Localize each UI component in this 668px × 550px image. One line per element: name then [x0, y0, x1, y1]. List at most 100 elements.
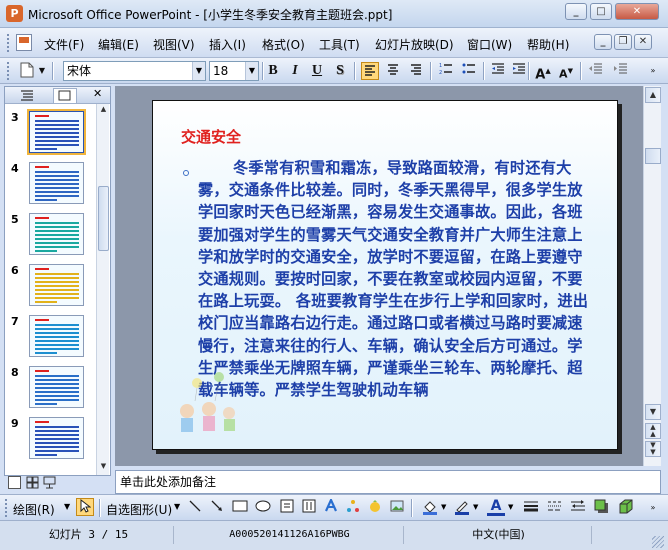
- draw-menu-button[interactable]: 绘图(R): [13, 501, 55, 518]
- toolbar-grip[interactable]: [7, 34, 10, 52]
- diagram-icon[interactable]: [344, 499, 362, 517]
- close-button[interactable]: ✕: [615, 3, 659, 20]
- normal-view-icon[interactable]: [8, 476, 21, 489]
- slide-thumbnail[interactable]: 6: [5, 264, 97, 312]
- shadow-style-icon[interactable]: [593, 499, 611, 517]
- scroll-up-icon[interactable]: ▲: [98, 105, 109, 117]
- slide-thumbnail-image[interactable]: [29, 213, 84, 255]
- slide-thumbnail-image[interactable]: [29, 162, 84, 204]
- minimize-button[interactable]: _: [565, 3, 587, 20]
- menu-slideshow[interactable]: 幻灯片放映(D): [375, 36, 454, 53]
- wordart-icon[interactable]: [322, 497, 340, 517]
- scroll-thumb[interactable]: [645, 148, 661, 164]
- shadow-button[interactable]: S: [331, 62, 349, 80]
- resize-grip-icon[interactable]: [652, 536, 664, 548]
- arrow-style-icon[interactable]: [569, 499, 587, 517]
- scroll-thumb[interactable]: [98, 186, 109, 251]
- slide-sorter-view-icon[interactable]: [26, 476, 39, 489]
- chevron-down-icon[interactable]: ▼: [508, 503, 513, 511]
- notes-field[interactable]: 单击此处添加备注: [115, 470, 661, 494]
- toolbar-options-chevron-icon[interactable]: »: [646, 499, 660, 517]
- slide-scrollbar[interactable]: ▲ ▼ ▲ ▲ ▼ ▼: [643, 86, 661, 466]
- align-right-icon[interactable]: [407, 62, 425, 80]
- indent-increase-icon[interactable]: [510, 62, 528, 80]
- slide-thumbnail[interactable]: 3: [5, 109, 97, 159]
- doc-close-button[interactable]: ✕: [634, 34, 652, 50]
- underline-button[interactable]: U: [308, 62, 326, 80]
- document-icon[interactable]: [16, 34, 32, 51]
- current-slide[interactable]: 交通安全 冬季常有积雪和霜冻，导致路面较滑，有时还有大雾，交通条件比较差。同时，…: [152, 100, 618, 450]
- slide-thumbnail-image[interactable]: [29, 264, 84, 306]
- new-document-icon[interactable]: [18, 62, 36, 80]
- toolbar-options-chevron-icon[interactable]: »: [646, 62, 660, 80]
- menu-file[interactable]: 文件(F): [44, 36, 84, 53]
- chevron-down-icon[interactable]: ▼: [192, 62, 205, 80]
- chevron-down-icon[interactable]: ▼: [174, 502, 180, 511]
- panel-scrollbar[interactable]: ▲ ▼: [96, 104, 109, 475]
- decrease-font-size-icon[interactable]: A▼: [557, 62, 575, 81]
- chevron-down-icon[interactable]: ▼: [245, 62, 258, 80]
- chevron-down-icon[interactable]: ▼: [473, 503, 478, 511]
- slide-thumbnail-image[interactable]: [29, 417, 84, 459]
- insert-picture-icon[interactable]: [388, 499, 406, 517]
- slide-thumbnail[interactable]: 5: [5, 213, 97, 261]
- indent-decrease-icon[interactable]: [489, 62, 507, 80]
- font-size-select[interactable]: 18 ▼: [209, 61, 259, 81]
- slide-body-text[interactable]: 冬季常有积雪和霜冻，导致路面较滑，有时还有大雾，交通条件比较差。同时，冬季天黑得…: [198, 157, 590, 401]
- slide-thumbnail-image[interactable]: [29, 315, 84, 357]
- menu-view[interactable]: 视图(V): [153, 36, 195, 53]
- chevron-down-icon[interactable]: ▼: [441, 503, 446, 511]
- font-color-icon[interactable]: A: [487, 499, 505, 516]
- outline-indent-right-icon[interactable]: [612, 62, 630, 80]
- vertical-textbox-icon[interactable]: [300, 499, 318, 517]
- menu-tools[interactable]: 工具(T): [319, 36, 360, 53]
- menu-window[interactable]: 窗口(W): [467, 36, 512, 53]
- scroll-down-icon[interactable]: ▼: [98, 462, 109, 474]
- powerpoint-app-icon[interactable]: P: [6, 5, 23, 22]
- doc-restore-button[interactable]: ❐: [614, 34, 632, 50]
- menu-insert[interactable]: 插入(I): [209, 36, 246, 53]
- slide-thumbnail-image[interactable]: [29, 366, 84, 408]
- line-tool-icon[interactable]: [186, 499, 204, 517]
- toolbar-grip[interactable]: [7, 62, 10, 80]
- close-panel-icon[interactable]: ✕: [93, 87, 102, 100]
- clipart-icon[interactable]: [366, 499, 384, 517]
- slide-thumbnail[interactable]: 4: [5, 162, 97, 210]
- chevron-down-icon[interactable]: ▼: [64, 502, 70, 511]
- font-name-select[interactable]: 宋体 ▼: [63, 61, 206, 81]
- menu-edit[interactable]: 编辑(E): [98, 36, 139, 53]
- maximize-button[interactable]: □: [590, 3, 612, 20]
- slide-thumbnail[interactable]: 8: [5, 366, 97, 414]
- arrow-tool-icon[interactable]: [208, 499, 226, 517]
- slide-thumbnail-image[interactable]: [27, 109, 86, 155]
- slide-title[interactable]: 交通安全: [181, 126, 241, 147]
- menu-help[interactable]: 帮助(H): [527, 36, 569, 53]
- menu-format[interactable]: 格式(O): [262, 36, 305, 53]
- toolbar-grip[interactable]: [5, 499, 8, 517]
- bold-button[interactable]: B: [264, 62, 282, 80]
- rectangle-tool-icon[interactable]: [231, 499, 249, 517]
- italic-button[interactable]: I: [286, 62, 304, 80]
- fill-color-icon[interactable]: [421, 499, 439, 517]
- new-dropdown-chevron-icon[interactable]: ▼: [37, 62, 47, 80]
- dash-style-icon[interactable]: [546, 499, 564, 517]
- align-left-icon[interactable]: [361, 62, 379, 80]
- line-style-icon[interactable]: [522, 499, 540, 517]
- bulleted-list-icon[interactable]: [460, 62, 478, 80]
- oval-tool-icon[interactable]: [254, 499, 272, 517]
- slideshow-view-icon[interactable]: [43, 476, 56, 489]
- slide-thumbnail[interactable]: 7: [5, 315, 97, 363]
- outline-indent-left-icon[interactable]: [587, 62, 605, 80]
- design-template-name[interactable]: A000520141126A16PWBG: [176, 526, 404, 544]
- select-pointer-icon[interactable]: [76, 498, 94, 516]
- line-color-icon[interactable]: [453, 499, 471, 517]
- textbox-tool-icon[interactable]: [278, 499, 296, 517]
- scroll-up-icon[interactable]: ▲: [645, 87, 661, 103]
- increase-font-size-icon[interactable]: A▲: [534, 62, 552, 82]
- numbered-list-icon[interactable]: 12: [437, 62, 455, 80]
- align-center-icon[interactable]: [384, 62, 402, 80]
- slides-tab-icon[interactable]: [53, 88, 77, 103]
- 3d-style-icon[interactable]: [617, 499, 635, 517]
- slide-thumbnail[interactable]: 9: [5, 417, 97, 465]
- outline-tab-icon[interactable]: [19, 89, 41, 102]
